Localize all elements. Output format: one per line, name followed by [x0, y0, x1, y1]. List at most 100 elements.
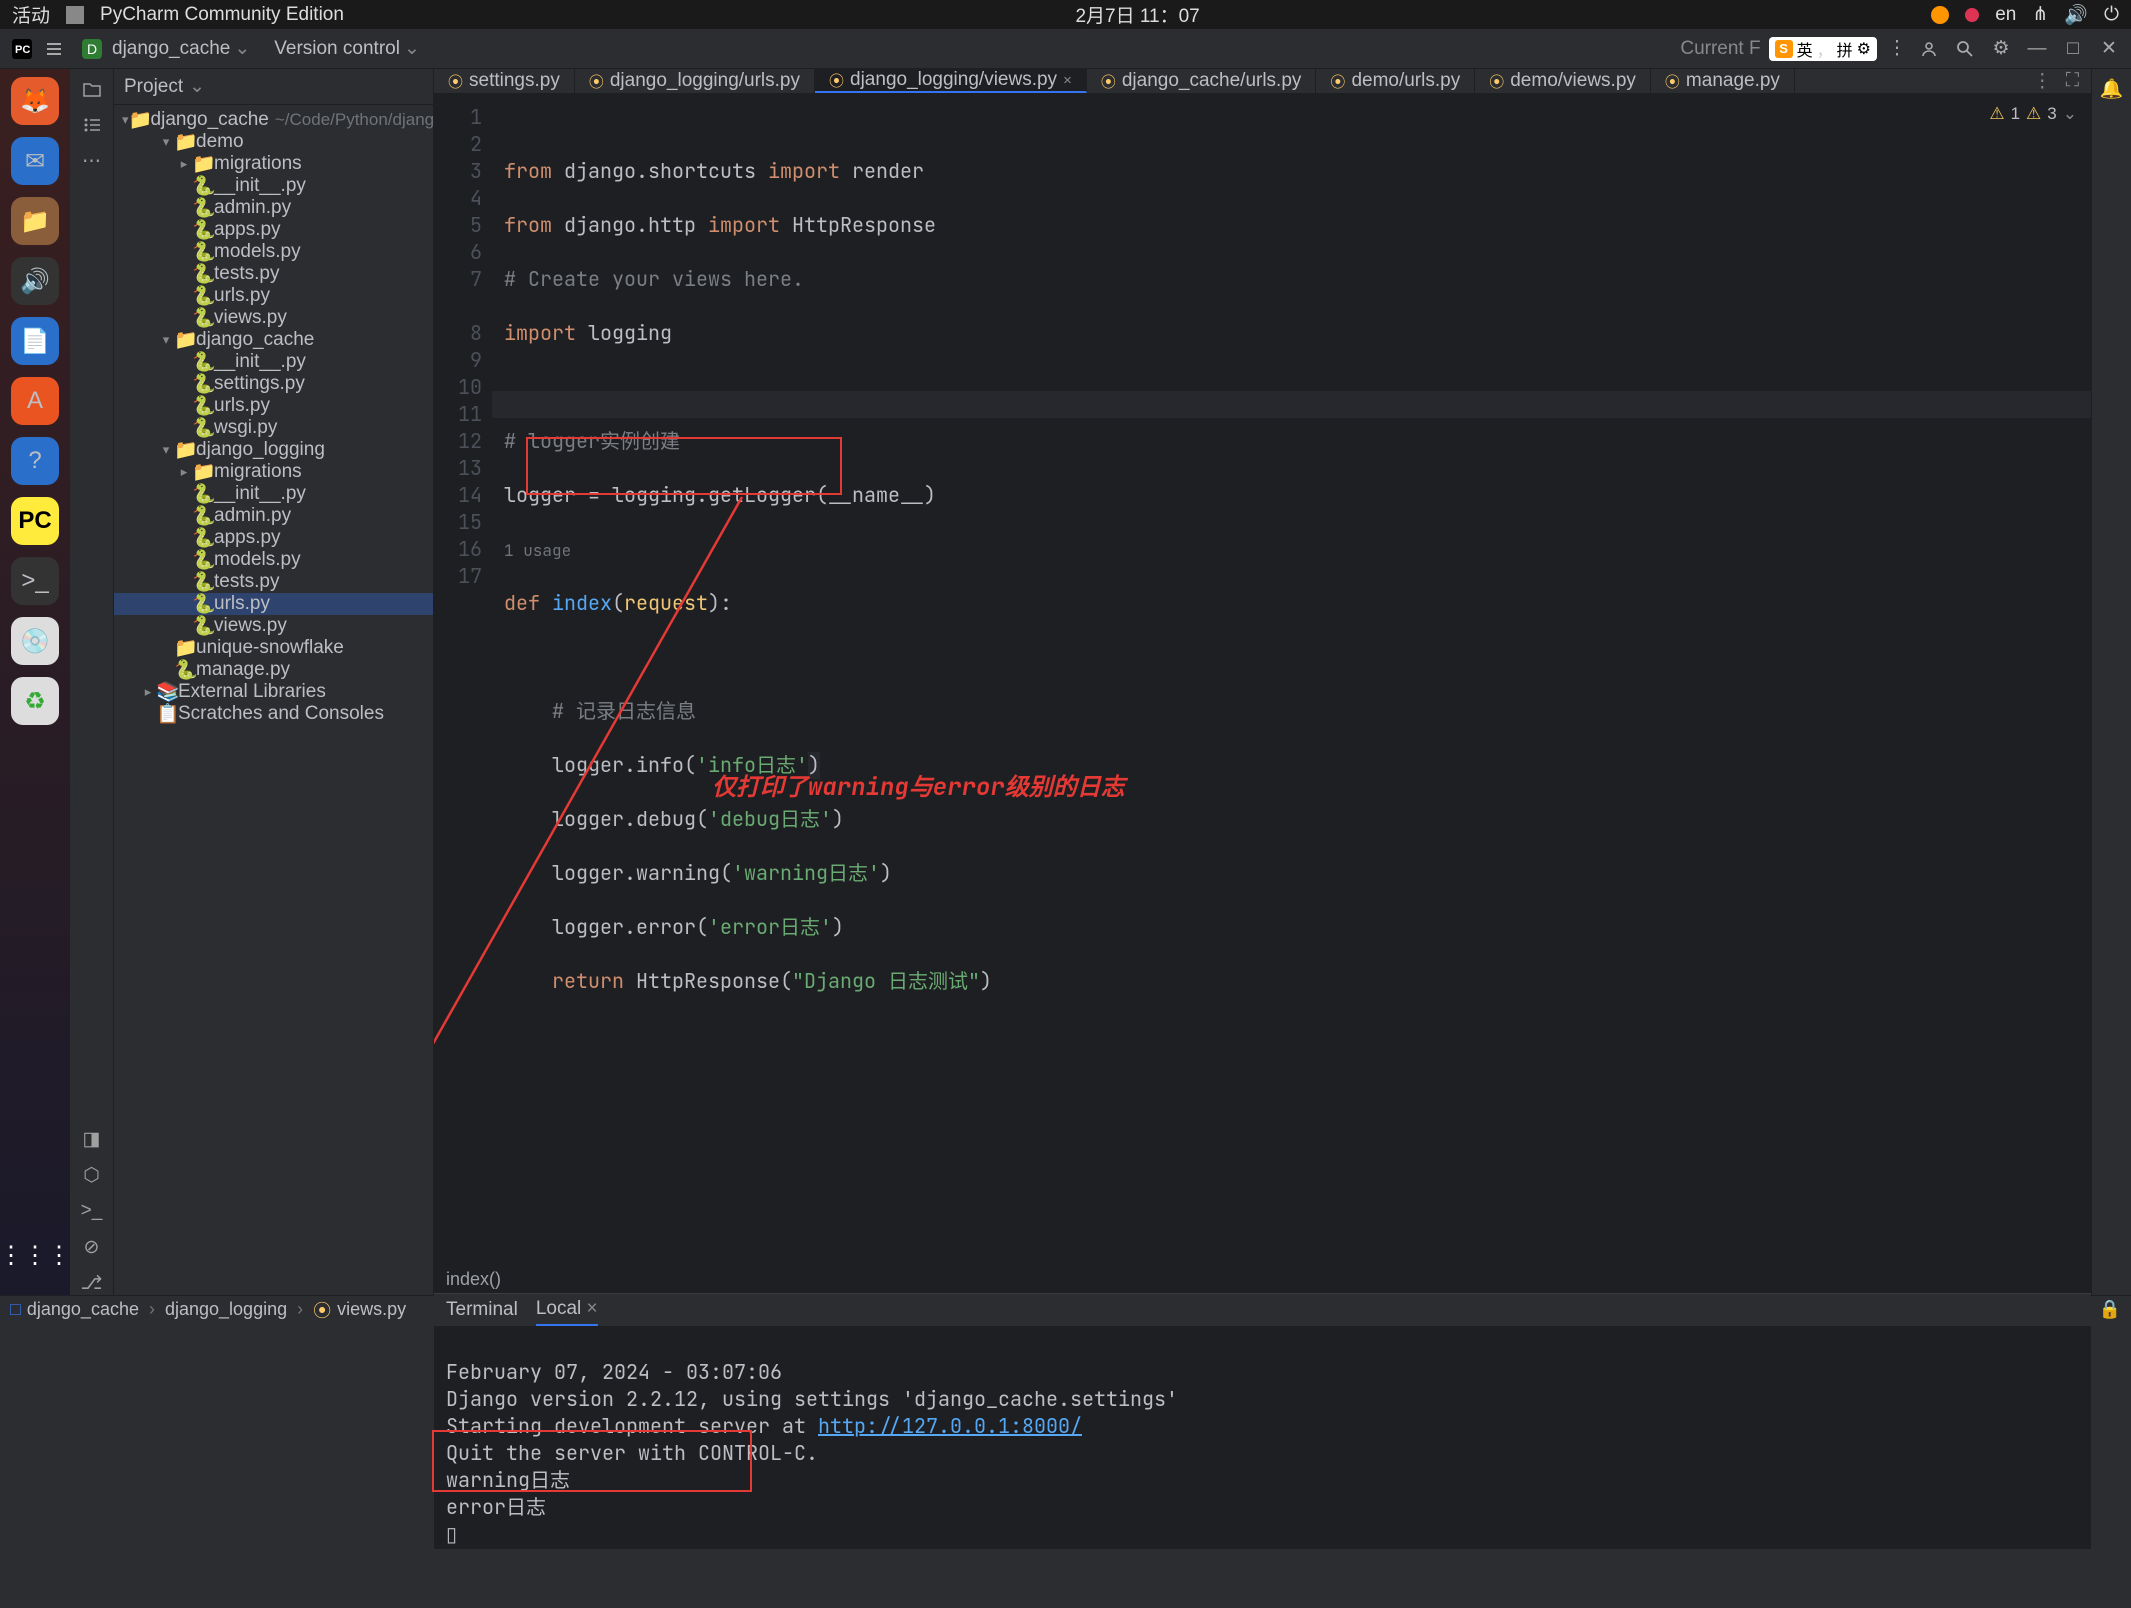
pycharm-app-icon: [66, 6, 84, 24]
chevron-icon: ▸: [176, 156, 192, 172]
tab-kebab-icon[interactable]: ⋮: [2033, 70, 2052, 93]
project-tree[interactable]: ▾ 📁 django_cache ~/Code/Python/django_ca…: [114, 105, 433, 729]
system-datetime[interactable]: 2月7日 11：07: [344, 1, 1931, 28]
terminal-tab-main[interactable]: Terminal: [446, 1295, 518, 1325]
tree-item[interactable]: 🐍manage.py: [114, 659, 433, 681]
tree-item[interactable]: 🐍admin.py: [114, 505, 433, 527]
line-gutter[interactable]: 1234567891011121314151617: [434, 94, 492, 1265]
kebab-icon[interactable]: ⋮: [1885, 37, 1909, 61]
close-icon[interactable]: ×: [1063, 72, 1072, 89]
tree-item[interactable]: 🐍models.py: [114, 549, 433, 571]
power-icon[interactable]: ⏻: [2104, 4, 2119, 26]
editor-tab[interactable]: ⦿manage.py: [1651, 69, 1795, 93]
tree-item[interactable]: 🐍admin.py: [114, 197, 433, 219]
dock-files-icon[interactable]: 📁: [11, 197, 59, 245]
editor-tabs: ⦿settings.py⦿django_logging/urls.py⦿djan…: [434, 69, 2091, 94]
editor-tab[interactable]: ⦿demo/views.py: [1475, 69, 1651, 93]
tree-item[interactable]: ▸📚External Libraries: [114, 681, 433, 703]
editor-tab[interactable]: ⦿django_cache/urls.py: [1087, 69, 1317, 93]
editor-tab[interactable]: ⦿demo/urls.py: [1316, 69, 1475, 93]
dock-rhythmbox-icon[interactable]: 🔊: [11, 257, 59, 305]
tree-item[interactable]: ▾📁demo: [114, 131, 433, 153]
chevron-icon: ▾: [158, 134, 174, 150]
tree-item[interactable]: 🐍apps.py: [114, 219, 433, 241]
dock-apps-grid-icon[interactable]: ⋮⋮⋮: [11, 1231, 59, 1279]
tree-item[interactable]: 🐍wsgi.py: [114, 417, 433, 439]
tree-item[interactable]: 🐍__init__.py: [114, 175, 433, 197]
tree-item[interactable]: 🐍views.py: [114, 615, 433, 637]
project-panel: Project ⌄ ▾ 📁 django_cache ~/Code/Python…: [114, 69, 434, 1295]
project-tool-icon[interactable]: [80, 77, 104, 101]
dock-thunderbird-icon[interactable]: ✉: [11, 137, 59, 185]
readonly-lock-icon[interactable]: 🔒: [2099, 1299, 2121, 1320]
terminal-tab-local[interactable]: Local ×: [536, 1294, 598, 1326]
tree-item[interactable]: 🐍urls.py: [114, 593, 433, 615]
terminal-tool-icon[interactable]: >_: [80, 1199, 104, 1223]
current-file-label: Current F: [1680, 38, 1760, 60]
tree-item[interactable]: 🐍__init__.py: [114, 351, 433, 373]
ime-indicator[interactable]: S 英 ， 拼 ⚙: [1769, 37, 1877, 61]
close-window-icon[interactable]: ✕: [2097, 37, 2121, 61]
volume-icon[interactable]: 🔊: [2064, 3, 2088, 27]
dock-disk-icon[interactable]: 💿: [11, 617, 59, 665]
close-icon[interactable]: ×: [587, 1298, 598, 1319]
code-editor[interactable]: from django.shortcuts import render from…: [492, 94, 2091, 1265]
minimize-icon[interactable]: —: [2025, 37, 2049, 61]
activities-label[interactable]: 活动: [12, 1, 50, 28]
vcs-selector[interactable]: Version control ⌄: [266, 33, 428, 64]
maximize-icon[interactable]: □: [2061, 37, 2085, 61]
dock-pycharm-icon[interactable]: PC: [11, 497, 59, 545]
structure-tool-icon[interactable]: [80, 113, 104, 137]
code-with-me-icon[interactable]: [1917, 37, 1941, 61]
tree-item[interactable]: 🐍apps.py: [114, 527, 433, 549]
tree-item-label: migrations: [214, 461, 302, 483]
pycharm-logo-icon[interactable]: PC: [10, 37, 34, 61]
tree-item[interactable]: 📋Scratches and Consoles: [114, 703, 433, 725]
tree-item[interactable]: 🐍tests.py: [114, 571, 433, 593]
tree-item[interactable]: ▾📁django_cache: [114, 329, 433, 351]
tree-item[interactable]: ▸📁migrations: [114, 461, 433, 483]
sogou-s-icon: S: [1775, 40, 1793, 58]
project-header[interactable]: Project ⌄: [114, 69, 433, 105]
problems-tool-icon[interactable]: ⊘: [80, 1235, 104, 1259]
input-lang[interactable]: en: [1995, 4, 2016, 26]
search-icon[interactable]: [1953, 37, 1977, 61]
tree-item[interactable]: 🐍settings.py: [114, 373, 433, 395]
editor-breadcrumb[interactable]: index(): [434, 1265, 2091, 1293]
tree-item[interactable]: 🐍urls.py: [114, 395, 433, 417]
tree-item[interactable]: 🐍urls.py: [114, 285, 433, 307]
dock-trash-icon[interactable]: ♻: [11, 677, 59, 725]
expand-editor-icon[interactable]: ⛶: [2066, 70, 2079, 92]
network-icon[interactable]: ⋔: [2032, 3, 2048, 26]
tree-item[interactable]: ▾📁django_logging: [114, 439, 433, 461]
tree-item[interactable]: 🐍__init__.py: [114, 483, 433, 505]
hamburger-icon[interactable]: [42, 37, 66, 61]
server-url-link[interactable]: http://127.0.0.1:8000/: [818, 1413, 1082, 1439]
dock-firefox-icon[interactable]: 🦊: [11, 77, 59, 125]
terminal-output[interactable]: February 07, 2024 - 03:07:06 Django vers…: [434, 1326, 2091, 1608]
dock-help-icon[interactable]: ?: [11, 437, 59, 485]
vcs-tool-icon[interactable]: ⎇: [80, 1271, 104, 1295]
services-icon[interactable]: ⬡: [80, 1163, 104, 1187]
tree-item[interactable]: 📁unique-snowflake: [114, 637, 433, 659]
python-console-icon[interactable]: ◨: [80, 1127, 104, 1151]
tree-root[interactable]: ▾ 📁 django_cache ~/Code/Python/django_ca…: [114, 109, 433, 131]
notifications-icon[interactable]: 🔔: [2100, 77, 2124, 101]
editor-tab[interactable]: ⦿django_logging/urls.py: [575, 69, 815, 93]
dnd-icon[interactable]: [1965, 8, 1979, 22]
project-selector[interactable]: D django_cache ⌄: [74, 33, 258, 64]
tree-item[interactable]: 🐍models.py: [114, 241, 433, 263]
sogou-icon[interactable]: [1931, 6, 1949, 24]
tree-item[interactable]: ▸📁migrations: [114, 153, 433, 175]
more-tool-icon[interactable]: ⋯: [80, 149, 104, 173]
tree-item[interactable]: 🐍views.py: [114, 307, 433, 329]
navigation-breadcrumb[interactable]: □ django_cache › django_logging › ⦿ view…: [10, 1297, 406, 1323]
settings-gear-icon[interactable]: ⚙: [1989, 37, 2013, 61]
ide-right-stripe: 🔔: [2091, 69, 2131, 1295]
dock-writer-icon[interactable]: 📄: [11, 317, 59, 365]
dock-software-icon[interactable]: A: [11, 377, 59, 425]
editor-tab[interactable]: ⦿django_logging/views.py×: [815, 69, 1087, 93]
dock-terminal-icon[interactable]: >_: [11, 557, 59, 605]
editor-tab[interactable]: ⦿settings.py: [434, 69, 575, 93]
tree-item[interactable]: 🐍tests.py: [114, 263, 433, 285]
